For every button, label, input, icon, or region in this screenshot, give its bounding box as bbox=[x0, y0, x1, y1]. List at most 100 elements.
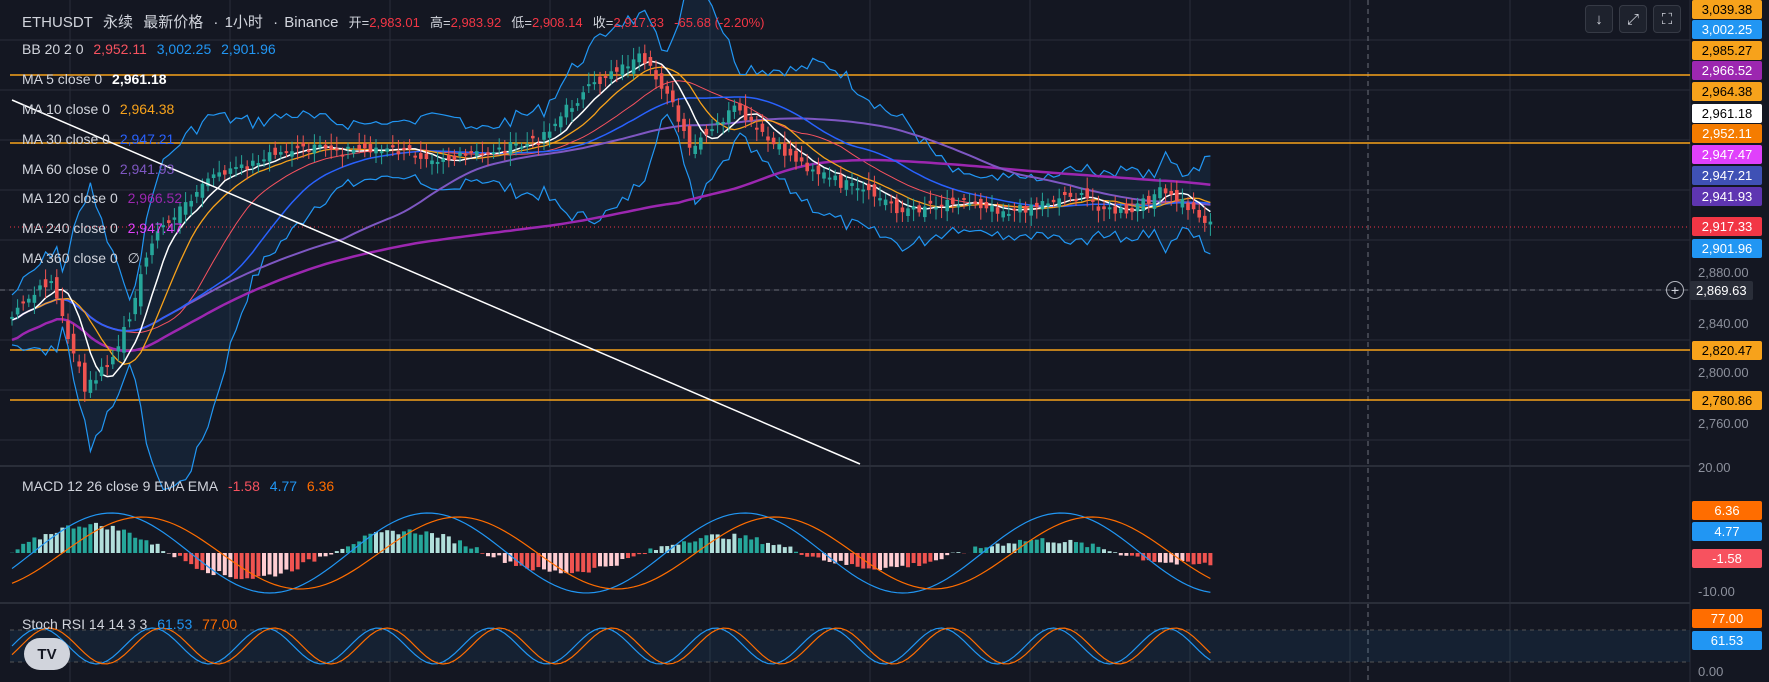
candle-body bbox=[486, 152, 490, 155]
candle-body bbox=[710, 129, 714, 132]
macd-hist-bar bbox=[318, 553, 322, 557]
chart-canvas[interactable] bbox=[0, 0, 1769, 682]
candle-body bbox=[525, 143, 529, 147]
macd-hist-bar bbox=[934, 553, 938, 561]
macd-hist-bar bbox=[105, 529, 110, 553]
macd-hist-bar bbox=[659, 546, 664, 553]
stoch-tag: 61.53 bbox=[1692, 631, 1762, 650]
macd-hist-bar bbox=[256, 553, 261, 577]
candle-body bbox=[1063, 191, 1067, 196]
crosshair-price[interactable]: + 2,869.63 bbox=[1666, 279, 1753, 301]
macd-hist-bar bbox=[122, 529, 126, 553]
macd-hist-bar bbox=[82, 527, 87, 553]
candle-body bbox=[217, 172, 221, 177]
macd-hist-bar bbox=[217, 553, 222, 572]
candle-body bbox=[497, 147, 501, 150]
candle-body bbox=[1191, 202, 1196, 210]
macd-hist-bar bbox=[88, 524, 93, 553]
macd-hist-bar bbox=[26, 541, 31, 553]
candle-body bbox=[357, 144, 361, 150]
candle-body bbox=[189, 200, 193, 207]
price-tick: 2,760.00 bbox=[1698, 416, 1749, 431]
macd-hist-bar bbox=[956, 552, 961, 553]
candle-body bbox=[435, 161, 440, 164]
candle-body bbox=[211, 174, 216, 179]
macd-hist-bar bbox=[850, 553, 854, 565]
candle-body bbox=[430, 160, 434, 165]
candle-body bbox=[732, 105, 737, 112]
candle-body bbox=[766, 136, 770, 141]
macd-hist-bar bbox=[234, 553, 238, 579]
plus-icon[interactable]: + bbox=[1666, 281, 1684, 299]
candle-body bbox=[234, 167, 238, 170]
macd-hist-bar bbox=[939, 553, 944, 560]
expand-icon[interactable]: ⤢ bbox=[1619, 5, 1647, 33]
candle-body bbox=[995, 207, 1000, 214]
macd-hist-bar bbox=[329, 553, 334, 555]
candle-body bbox=[900, 207, 905, 213]
macd-hist-bar bbox=[838, 553, 843, 561]
macd-hist-bar bbox=[150, 544, 154, 553]
price-tag: 2,947.47 bbox=[1692, 145, 1762, 164]
macd-hist-bar bbox=[777, 544, 782, 553]
candle-body bbox=[676, 105, 681, 122]
macd-hist-bar bbox=[642, 553, 647, 555]
fullscreen-icon[interactable]: ⛶ bbox=[1653, 5, 1681, 33]
candle-body bbox=[620, 64, 625, 76]
candle-body bbox=[144, 257, 149, 267]
macd-hist-bar bbox=[1085, 547, 1090, 553]
macd-hist-bar bbox=[228, 553, 233, 578]
candle-body bbox=[1119, 207, 1123, 213]
candle-body bbox=[671, 90, 675, 103]
macd-hist-bar bbox=[922, 553, 927, 564]
macd-hist-bar bbox=[99, 526, 104, 553]
candle-body bbox=[833, 175, 837, 181]
candle-body bbox=[1102, 206, 1106, 210]
candle-body bbox=[60, 299, 65, 317]
macd-hist-bar bbox=[245, 553, 250, 579]
candle-body bbox=[363, 143, 367, 149]
price-tag: 2,820.47 bbox=[1692, 341, 1762, 360]
candle-body bbox=[1007, 213, 1011, 216]
candle-body bbox=[1051, 199, 1056, 203]
candle-body bbox=[844, 180, 849, 190]
arrow-down-icon[interactable]: ↓ bbox=[1585, 5, 1613, 33]
candle-body bbox=[939, 204, 944, 207]
candle-body bbox=[161, 225, 165, 228]
macd-hist-bar bbox=[760, 544, 765, 553]
candle-body bbox=[547, 131, 552, 138]
macd-hist-bar bbox=[900, 553, 905, 566]
candle-body bbox=[419, 153, 423, 159]
macd-hist-bar bbox=[21, 543, 26, 553]
candle-body bbox=[323, 144, 328, 149]
macd-hist-bar bbox=[553, 553, 558, 571]
macd-hist-bar bbox=[396, 534, 401, 553]
macd-hist-bar bbox=[945, 553, 950, 556]
macd-hist-bar bbox=[1208, 553, 1213, 566]
macd-hist-bar bbox=[1186, 553, 1190, 562]
macd-hist-bar bbox=[782, 547, 787, 553]
macd-hist-bar bbox=[1191, 553, 1196, 565]
candle-body bbox=[172, 217, 177, 220]
macd-hist-bar bbox=[385, 530, 390, 553]
candle-body bbox=[1107, 207, 1112, 210]
candle-body bbox=[1197, 209, 1201, 218]
candle-body bbox=[267, 152, 272, 162]
candle-body bbox=[71, 333, 76, 354]
candle-body bbox=[749, 116, 753, 121]
candle-body bbox=[867, 183, 871, 191]
candle-body bbox=[318, 144, 322, 148]
candle-body bbox=[738, 103, 742, 111]
stoch-band bbox=[10, 630, 1690, 662]
candle-body bbox=[396, 151, 401, 155]
macd-hist-bar bbox=[844, 553, 849, 565]
candle-body bbox=[564, 104, 569, 118]
macd-hist-bar bbox=[374, 532, 378, 553]
macd-hist-bar bbox=[766, 542, 770, 553]
tradingview-logo[interactable]: TV bbox=[24, 638, 70, 670]
candle-body bbox=[1180, 198, 1185, 208]
candle-body bbox=[956, 205, 961, 208]
macd-hist-bar bbox=[172, 553, 177, 558]
macd-hist-bar bbox=[183, 553, 188, 562]
candle-body bbox=[228, 168, 233, 174]
